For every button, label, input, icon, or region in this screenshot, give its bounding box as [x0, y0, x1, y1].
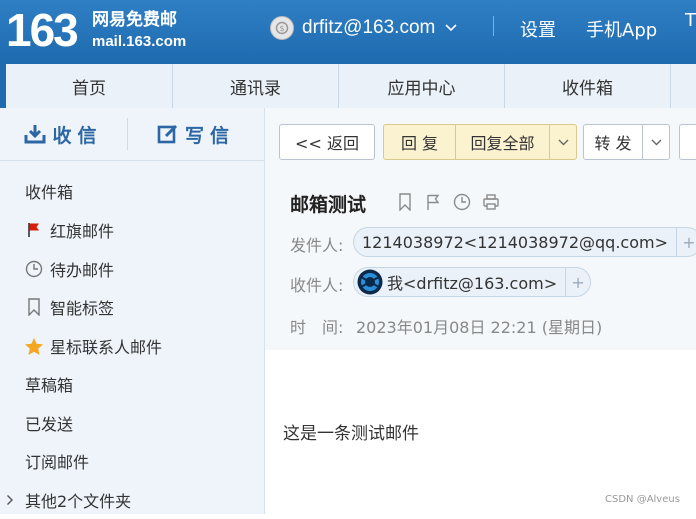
red-flag-icon: [24, 222, 44, 238]
receive-label: 收信: [52, 124, 103, 147]
add-contact-icon[interactable]: +: [565, 268, 590, 296]
settings-link[interactable]: 设置: [520, 16, 556, 42]
reply-button[interactable]: 回 复: [383, 124, 456, 160]
logo-number[interactable]: 163: [6, 2, 79, 58]
sidebar: 收信 写信 收件箱 红旗邮件 待办邮件 智能标签 星标联系人邮件 草稿箱 已发送…: [0, 108, 265, 514]
chevron-down-icon: [558, 139, 569, 146]
forward-options-button[interactable]: [642, 124, 670, 160]
recipient-chip[interactable]: 我<drfitz@163.com> +: [353, 267, 592, 297]
tab-home[interactable]: 首页: [6, 64, 173, 108]
folder-red-flag[interactable]: 红旗邮件: [0, 211, 264, 249]
logo-url-text: mail.163.com: [92, 33, 187, 50]
star-icon: [24, 337, 44, 356]
tab-overflow[interactable]: [671, 64, 696, 108]
receive-button[interactable]: 收信: [0, 108, 127, 160]
recipient-avatar-icon: [357, 269, 383, 295]
folder-label: 待办邮件: [50, 261, 115, 280]
forward-button[interactable]: 转 发: [583, 124, 643, 160]
user-avatar-icon: $: [270, 16, 294, 40]
back-button[interactable]: << 返回: [279, 124, 375, 160]
download-icon: [24, 124, 46, 144]
write-label: 写信: [184, 124, 235, 147]
tab-inbox[interactable]: 收件箱: [505, 64, 671, 108]
svg-text:$: $: [279, 24, 284, 33]
sender-chip[interactable]: 1214038972<1214038972@qq.com> +: [353, 227, 696, 257]
reply-all-button[interactable]: 回复全部: [455, 124, 550, 160]
sent-time: 2023年01月08日 22:21 (星期日): [356, 318, 603, 337]
tag-icon[interactable]: [395, 192, 415, 212]
mail-toolbar: << 返回 回 复 回复全部 转 发: [265, 108, 696, 174]
folder-starred-contacts[interactable]: 星标联系人邮件: [0, 327, 264, 365]
folder-sent[interactable]: 已发送: [0, 404, 264, 442]
add-contact-icon[interactable]: +: [675, 228, 696, 256]
recipient-address: 我<drfitz@163.com>: [387, 274, 558, 293]
folder-subscriptions[interactable]: 订阅邮件: [0, 442, 264, 480]
mail-header: 邮箱测试 发件人: 1214038972<1214038972@qq.com> …: [265, 174, 696, 350]
main-nav: 首页 通讯录 应用中心 收件箱: [0, 60, 696, 108]
user-email[interactable]: drfitz@163.com: [302, 17, 435, 39]
folder-label: 已发送: [25, 415, 74, 434]
folder-label: 红旗邮件: [50, 222, 115, 241]
time-label: 时 间:: [290, 318, 344, 337]
logo-brand-text: 网易免费邮: [92, 10, 177, 30]
mobile-app-link[interactable]: 手机App: [586, 16, 657, 42]
folder-inbox[interactable]: 收件箱: [0, 172, 264, 210]
folder-other[interactable]: 其他2个文件夹: [0, 481, 264, 519]
header-more-link[interactable]: T: [685, 10, 696, 31]
tab-contacts[interactable]: 通讯录: [173, 64, 339, 108]
compose-bar: 收信 写信: [0, 108, 264, 161]
user-menu[interactable]: $ drfitz@163.com: [270, 14, 457, 42]
bookmark-icon: [24, 298, 44, 316]
folder-label: 智能标签: [50, 299, 115, 318]
to-label: 收件人:: [290, 276, 344, 295]
sender-address: 1214038972<1214038972@qq.com>: [362, 232, 668, 252]
chevron-right-icon[interactable]: [6, 494, 14, 506]
reply-options-button[interactable]: [549, 124, 577, 160]
mail-subject: 邮箱测试: [290, 194, 367, 216]
edit-icon: [157, 124, 179, 144]
folder-label: 星标联系人邮件: [50, 338, 163, 357]
folder-smart-tags[interactable]: 智能标签: [0, 288, 264, 326]
folder-todo[interactable]: 待办邮件: [0, 250, 264, 288]
folder-label: 订阅邮件: [25, 453, 90, 472]
more-actions-button[interactable]: [679, 124, 696, 160]
folder-drafts[interactable]: 草稿箱: [0, 365, 264, 403]
folder-label: 其他2个文件夹: [25, 492, 132, 511]
top-header: 163 网易免费邮 mail.163.com $ drfitz@163.com …: [0, 0, 696, 60]
from-label: 发件人:: [290, 236, 344, 255]
tab-app-center[interactable]: 应用中心: [339, 64, 505, 108]
mail-body: 这是一条测试邮件: [283, 424, 419, 444]
watermark: CSDN @Alveus: [605, 494, 680, 505]
header-divider: [493, 16, 494, 36]
chevron-down-icon[interactable]: [445, 21, 457, 35]
chevron-down-icon: [651, 139, 662, 146]
clock-icon[interactable]: [452, 192, 472, 212]
write-button[interactable]: 写信: [128, 108, 264, 160]
folder-label: 收件箱: [25, 183, 74, 202]
mail-view: << 返回 回 复 回复全部 转 发 邮箱测试 发件人: 1214038972<…: [265, 108, 696, 514]
clock-icon: [24, 260, 44, 278]
folder-label: 草稿箱: [25, 376, 74, 395]
flag-icon[interactable]: [423, 192, 443, 212]
print-icon[interactable]: [481, 192, 501, 212]
